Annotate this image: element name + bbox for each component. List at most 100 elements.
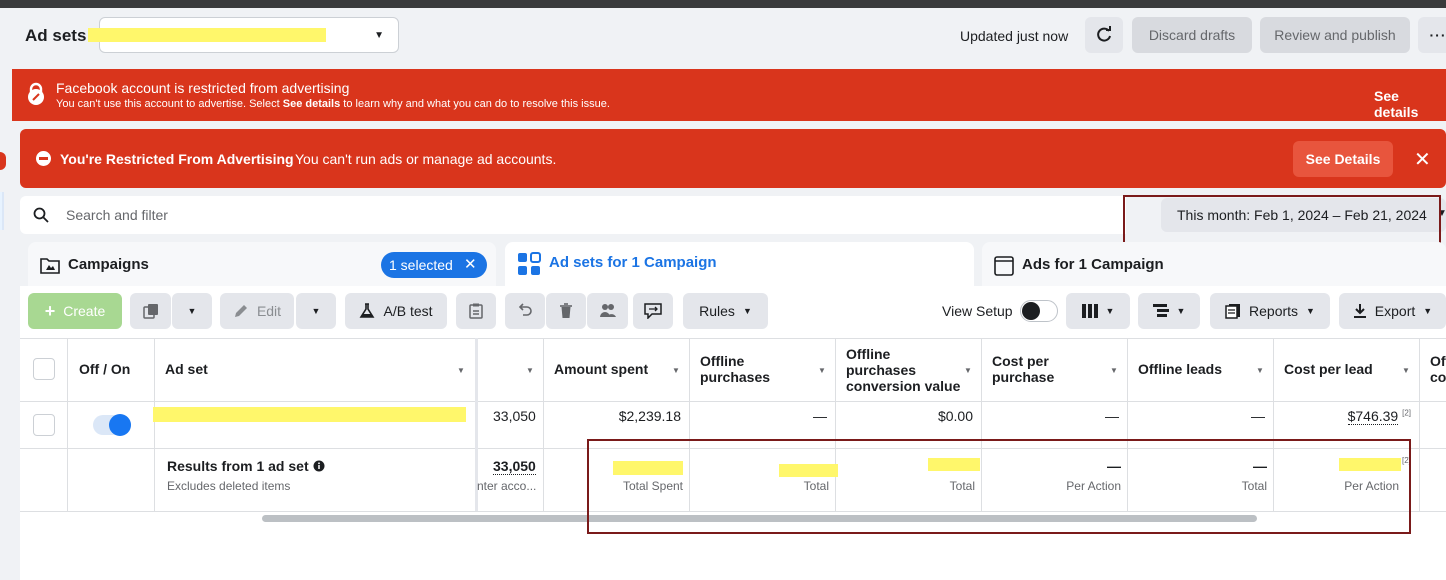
rules-button[interactable]: Rules ▼ <box>683 293 768 329</box>
discard-drafts-button[interactable]: Discard drafts <box>1132 17 1252 53</box>
edit-dropdown[interactable]: ▼ <box>296 293 336 329</box>
undo-button[interactable] <box>505 293 545 329</box>
info-icon[interactable] <box>313 460 325 472</box>
sort-icon[interactable]: ▼ <box>964 366 972 375</box>
updated-status: Updated just now <box>960 28 1069 44</box>
refresh-icon <box>1097 26 1111 42</box>
create-button[interactable]: + Create <box>28 293 122 329</box>
reports-icon <box>1225 304 1241 319</box>
refresh-button[interactable] <box>1085 17 1123 53</box>
view-setup-label: View Setup <box>942 303 1013 319</box>
breakdown-button[interactable]: ▼ <box>1138 293 1200 329</box>
annotation-box-totals <box>587 439 1411 534</box>
col-header-truncated[interactable]: Off co <box>1430 353 1446 385</box>
sort-icon[interactable]: ▼ <box>526 366 534 375</box>
header-line: conversion value <box>846 378 961 394</box>
adset-selector[interactable]: ▼ <box>88 17 399 53</box>
sort-icon[interactable]: ▼ <box>818 366 826 375</box>
cost-per-lead-value[interactable]: $746.39 <box>1347 408 1399 425</box>
redacted-adset-name[interactable] <box>153 407 466 422</box>
sort-icon[interactable]: ▼ <box>1110 366 1118 375</box>
breakdown-icon <box>1152 304 1169 317</box>
search-input[interactable]: Search and filter <box>66 207 168 223</box>
chevron-down-icon: ▼ <box>1306 306 1315 316</box>
edit-label: Edit <box>256 303 282 319</box>
plus-icon: + <box>44 300 56 321</box>
clear-selection-icon[interactable]: ✕ <box>464 255 477 273</box>
col-header-offline-purchases[interactable]: Offline purchases <box>700 353 770 385</box>
adsets-grid-icon <box>517 252 541 279</box>
summary-hidden-sub: nter acco... <box>477 479 537 493</box>
header-line: purchase <box>992 369 1055 385</box>
review-changes-button[interactable] <box>633 293 673 329</box>
table-panel <box>20 286 1446 580</box>
flask-icon <box>360 303 375 318</box>
rules-label: Rules <box>699 303 735 319</box>
export-label: Export <box>1374 303 1416 319</box>
col-header-amount-spent[interactable]: Amount spent <box>554 361 648 377</box>
view-setup-toggle[interactable] <box>1020 300 1058 322</box>
tab-ads[interactable]: Ads for 1 Campaign <box>982 242 1446 286</box>
header-line: Cost per <box>992 353 1049 369</box>
tab-campaigns[interactable]: Campaigns 1 selected ✕ <box>28 242 496 286</box>
banner-message-suffix: to learn why and what you can do to reso… <box>343 98 610 110</box>
row-checkbox[interactable] <box>33 414 55 436</box>
ab-test-button[interactable]: A/B test <box>345 293 447 329</box>
chevron-down-icon: ▼ <box>742 306 752 316</box>
campaign-folder-icon <box>40 256 60 277</box>
reports-button[interactable]: Reports ▼ <box>1210 293 1330 329</box>
header-line: Offline <box>700 353 745 369</box>
tab-adsets[interactable]: Ad sets for 1 Campaign <box>505 242 974 286</box>
columns-button[interactable]: ▼ <box>1066 293 1130 329</box>
more-button[interactable]: ··· <box>1418 17 1446 53</box>
close-icon[interactable]: ✕ <box>1414 147 1431 172</box>
see-details-button[interactable]: See Details <box>1293 141 1393 177</box>
selected-pill[interactable]: 1 selected ✕ <box>381 252 487 278</box>
header-line: Offline <box>846 346 891 362</box>
col-header-cost-per-lead[interactable]: Cost per lead <box>1284 361 1373 377</box>
col-header-adset[interactable]: Ad set <box>165 361 208 377</box>
banner-message: You can't use this account to advertise.… <box>56 98 610 110</box>
blocked-icon <box>36 151 51 166</box>
create-label: Create <box>63 303 106 319</box>
chevron-down-icon: ▼ <box>187 306 197 316</box>
col-header-offline-leads[interactable]: Offline leads <box>1138 361 1222 377</box>
audience-button[interactable] <box>587 293 628 329</box>
adset-on-toggle[interactable] <box>93 414 131 436</box>
page-title: Ad sets <box>25 26 87 45</box>
search-icon <box>33 207 49 226</box>
reports-label: Reports <box>1249 303 1299 319</box>
col-header-cost-per-purchase[interactable]: Cost per purchase <box>992 353 1054 385</box>
duplicate-button[interactable] <box>130 293 171 329</box>
chevron-down-icon: ▼ <box>311 306 321 316</box>
tab-adsets-label: Ad sets for 1 Campaign <box>549 254 717 271</box>
chevron-down-icon: ▼ <box>1105 306 1115 316</box>
ab-test-label: A/B test <box>383 303 433 319</box>
review-publish-button[interactable]: Review and publish <box>1260 17 1410 53</box>
offline-purchases-value: — <box>813 408 827 424</box>
summary-hidden-col[interactable]: 33,050 <box>493 458 536 475</box>
select-all-checkbox[interactable] <box>33 358 55 380</box>
col-header-offon[interactable]: Off / On <box>79 361 130 377</box>
table-top-border <box>20 338 1446 339</box>
edit-button[interactable]: Edit <box>220 293 294 329</box>
left-rail-active[interactable] <box>0 192 4 230</box>
lock-icon <box>26 82 46 109</box>
header-line: Off <box>1430 353 1446 369</box>
sort-icon[interactable]: ▼ <box>672 366 680 375</box>
see-details-link[interactable]: See details <box>1374 88 1446 120</box>
clipboard-button[interactable] <box>456 293 496 329</box>
duplicate-dropdown[interactable]: ▼ <box>172 293 212 329</box>
comment-arrows-icon <box>644 303 662 319</box>
sort-icon[interactable]: ▼ <box>1256 366 1264 375</box>
redacted-highlight <box>88 28 326 42</box>
col-header-offline-purchase-value[interactable]: Offline purchases conversion value <box>846 346 960 394</box>
banner-message-link[interactable]: See details <box>283 98 340 110</box>
footnote-marker: [2] <box>1402 408 1411 418</box>
export-button[interactable]: Export ▼ <box>1339 293 1446 329</box>
sort-icon[interactable]: ▼ <box>1402 366 1410 375</box>
sort-icon[interactable]: ▼ <box>457 366 465 375</box>
search-filter-bar[interactable]: Search and filter <box>20 196 1126 234</box>
delete-button[interactable] <box>546 293 586 329</box>
offline-purchase-value-value: $0.00 <box>937 408 973 424</box>
